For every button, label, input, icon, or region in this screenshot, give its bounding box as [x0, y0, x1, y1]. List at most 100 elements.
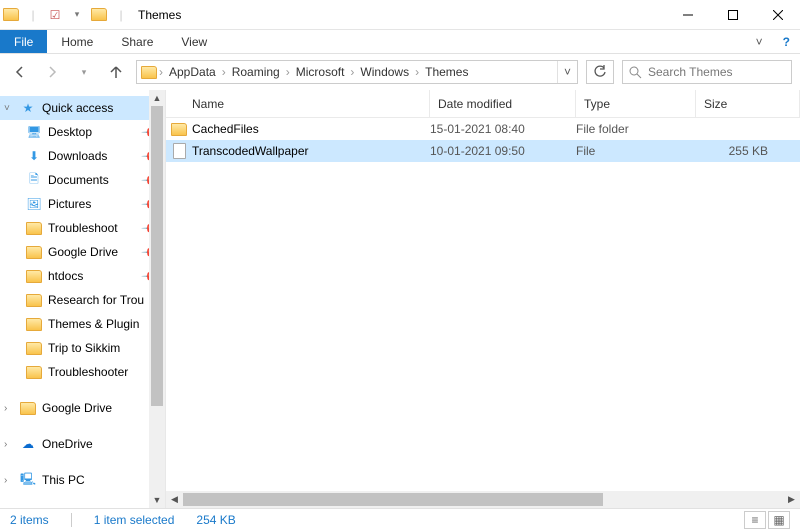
search-icon — [629, 66, 642, 79]
up-button[interactable] — [104, 60, 128, 84]
sidebar-section[interactable]: › ☁ OneDrive — [0, 432, 165, 456]
tab-view[interactable]: View — [167, 30, 221, 53]
recent-dropdown[interactable]: ▾ — [72, 60, 96, 84]
sidebar-item-label: OneDrive — [42, 437, 93, 451]
content-pane: Name Date modified Type Size CachedFiles… — [166, 90, 800, 508]
address-bar[interactable]: › AppData › Roaming › Microsoft › Window… — [136, 60, 578, 84]
sidebar-section[interactable]: › Google Drive — [0, 396, 165, 420]
chevron-right-icon[interactable]: › — [284, 65, 292, 79]
sidebar-item-label: Downloads — [48, 149, 107, 163]
scroll-thumb[interactable] — [151, 106, 163, 406]
close-button[interactable] — [755, 0, 800, 30]
file-type: File — [576, 144, 696, 158]
folder-icon — [26, 220, 42, 236]
column-name[interactable]: Name — [166, 90, 430, 117]
column-type[interactable]: Type — [576, 90, 696, 117]
forward-button[interactable] — [40, 60, 64, 84]
chevron-right-icon[interactable]: › — [413, 65, 421, 79]
qat-sep: | — [22, 0, 44, 30]
sidebar: ˅ ★ Quick access 🖥Desktop📌 ⬇Downloads📌 🗎… — [0, 90, 166, 508]
folder-icon — [26, 292, 42, 308]
chevron-right-icon[interactable]: › — [157, 65, 165, 79]
breadcrumb-item[interactable]: Themes — [421, 65, 472, 79]
sidebar-item-documents[interactable]: 🗎Documents📌 — [0, 168, 165, 192]
help-icon[interactable]: ? — [773, 30, 800, 53]
minimize-button[interactable] — [665, 0, 710, 30]
sidebar-item-pictures[interactable]: 🖼Pictures📌 — [0, 192, 165, 216]
back-button[interactable] — [8, 60, 32, 84]
refresh-button[interactable] — [586, 60, 614, 84]
gdrive-icon — [20, 400, 36, 416]
file-type: File folder — [576, 122, 696, 136]
chevron-right-icon[interactable]: › — [348, 65, 356, 79]
scroll-down-icon[interactable]: ▼ — [149, 492, 165, 508]
sidebar-item[interactable]: Research for Trou — [0, 288, 165, 312]
folder-icon — [26, 364, 42, 380]
window-title: Themes — [132, 8, 181, 22]
desktop-icon: 🖥 — [26, 124, 42, 140]
breadcrumb-item[interactable]: Microsoft — [292, 65, 349, 79]
sidebar-item-label: htdocs — [48, 269, 83, 283]
content-hscrollbar[interactable]: ◀ ▶ — [166, 491, 800, 508]
sidebar-item-downloads[interactable]: ⬇Downloads📌 — [0, 144, 165, 168]
folder-icon — [26, 340, 42, 356]
view-details-button[interactable]: ≡ — [744, 511, 766, 529]
caret-right-icon[interactable]: › — [4, 403, 7, 414]
scroll-thumb[interactable] — [183, 493, 603, 506]
sidebar-item[interactable]: Trip to Sikkim — [0, 336, 165, 360]
sidebar-item-label: Troubleshoot — [48, 221, 118, 235]
view-icons-button[interactable]: ▦ — [768, 511, 790, 529]
chevron-right-icon[interactable]: › — [220, 65, 228, 79]
qat-dropdown-icon[interactable]: ▾ — [66, 0, 88, 30]
downloads-icon: ⬇ — [26, 148, 42, 164]
status-size: 254 KB — [196, 513, 235, 527]
sidebar-item-label: Trip to Sikkim — [48, 341, 120, 355]
sidebar-label: Quick access — [42, 101, 113, 115]
file-name: CachedFiles — [192, 122, 430, 136]
status-selection: 1 item selected — [94, 513, 175, 527]
address-dropdown-icon[interactable]: ˅ — [557, 61, 577, 83]
checkbox-icon[interactable]: ☑ — [44, 0, 66, 30]
breadcrumb-item[interactable]: Windows — [356, 65, 413, 79]
sidebar-item[interactable]: Google Drive📌 — [0, 240, 165, 264]
file-row[interactable]: TranscodedWallpaper 10-01-2021 09:50 Fil… — [166, 140, 800, 162]
column-size[interactable]: Size — [696, 90, 800, 117]
sidebar-item[interactable]: htdocs📌 — [0, 264, 165, 288]
search-input[interactable]: Search Themes — [622, 60, 792, 84]
sidebar-item[interactable]: Troubleshooter — [0, 360, 165, 384]
file-size: 255 KB — [696, 144, 800, 158]
onedrive-icon: ☁ — [20, 436, 36, 452]
scroll-right-icon[interactable]: ▶ — [783, 491, 800, 508]
star-icon: ★ — [20, 100, 36, 116]
status-bar: 2 items 1 item selected 254 KB ≡ ▦ — [0, 508, 800, 530]
caret-right-icon[interactable]: › — [4, 439, 7, 450]
sidebar-item-label: Google Drive — [42, 401, 112, 415]
ribbon-expand-icon[interactable]: ˅ — [746, 30, 773, 53]
sidebar-item-label: Desktop — [48, 125, 92, 139]
scroll-up-icon[interactable]: ▲ — [149, 90, 165, 106]
tab-share[interactable]: Share — [107, 30, 167, 53]
scroll-left-icon[interactable]: ◀ — [166, 491, 183, 508]
sidebar-scrollbar[interactable]: ▲ ▼ — [149, 90, 165, 508]
pictures-icon: 🖼 — [26, 196, 42, 212]
maximize-button[interactable] — [710, 0, 755, 30]
tab-home[interactable]: Home — [47, 30, 107, 53]
caret-down-icon[interactable]: ˅ — [4, 103, 10, 114]
tab-file[interactable]: File — [0, 30, 47, 53]
caret-right-icon[interactable]: › — [4, 475, 7, 486]
sidebar-section[interactable]: ›🖳This PC — [0, 468, 165, 492]
sidebar-item[interactable]: Troubleshoot📌 — [0, 216, 165, 240]
file-name: TranscodedWallpaper — [192, 144, 430, 158]
sidebar-item-desktop[interactable]: 🖥Desktop📌 — [0, 120, 165, 144]
sidebar-item[interactable]: Themes & Plugin — [0, 312, 165, 336]
sidebar-item-label: Documents — [48, 173, 109, 187]
breadcrumb-item[interactable]: Roaming — [228, 65, 284, 79]
folder-icon — [0, 0, 22, 30]
folder-icon — [26, 244, 42, 260]
column-date[interactable]: Date modified — [430, 90, 576, 117]
ribbon: File Home Share View ˅ ? — [0, 30, 800, 54]
breadcrumb-item[interactable]: AppData — [165, 65, 220, 79]
file-row[interactable]: CachedFiles 15-01-2021 08:40 File folder — [166, 118, 800, 140]
sidebar-quick-access[interactable]: ˅ ★ Quick access — [0, 96, 165, 120]
qat: | ☑ ▾ | — [0, 0, 132, 30]
